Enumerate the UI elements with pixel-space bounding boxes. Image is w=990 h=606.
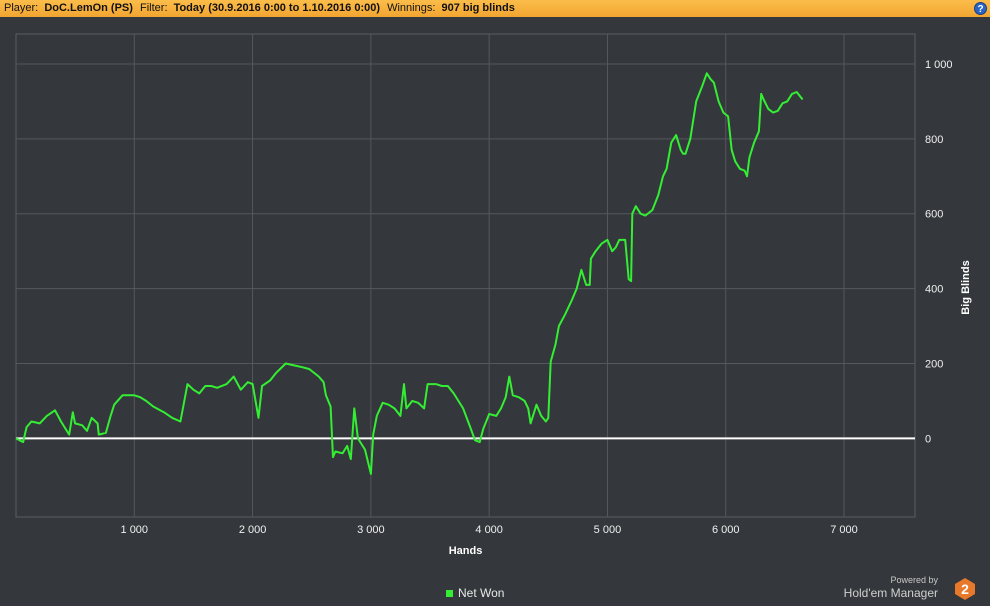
filter-header-bar: Player: DoC.LemOn (PS) Filter: Today (30… xyxy=(0,0,990,17)
y-tick-label: 800 xyxy=(925,134,943,146)
chart-legend[interactable]: Net Won xyxy=(446,586,504,600)
hem2-logo-icon: 2 xyxy=(955,578,975,600)
filter-value: Today (30.9.2016 0:00 to 1.10.2016 0:00) xyxy=(173,2,381,14)
y-axis-title: Big Blinds xyxy=(960,260,972,314)
x-tick-label: 6 000 xyxy=(712,524,740,536)
x-axis-title: Hands xyxy=(449,545,483,557)
y-tick-label: 200 xyxy=(925,358,943,370)
x-tick-label: 7 000 xyxy=(830,524,858,536)
x-tick-label: 2 000 xyxy=(239,524,267,536)
x-tick-label: 5 000 xyxy=(594,524,622,536)
hem2-branding: Powered by Hold'em Manager 2 xyxy=(836,574,976,602)
winnings-label: Winnings: xyxy=(387,2,436,14)
x-tick-label: 3 000 xyxy=(357,524,385,536)
logo-digit: 2 xyxy=(961,581,969,597)
product-name: Hold'em Manager xyxy=(843,586,938,600)
winnings-value: 907 big blinds xyxy=(441,2,515,14)
winnings-chart: 1 000 2 000 3 000 4 000 5 000 6 000 7 000 0 200… xyxy=(15,33,972,557)
y-tick-label: 600 xyxy=(925,209,943,221)
filter-label: Filter: xyxy=(140,2,168,14)
player-label: Player: xyxy=(4,2,39,14)
y-tick-labels: 0 200 400 600 800 1 000 xyxy=(925,59,953,445)
legend-swatch xyxy=(446,589,453,597)
help-icon[interactable]: ? xyxy=(974,2,987,15)
y-tick-label: 0 xyxy=(925,433,931,445)
x-tick-label: 1 000 xyxy=(121,524,149,536)
x-tick-labels: 1 000 2 000 3 000 4 000 5 000 6 000 7 000 xyxy=(121,524,858,536)
legend-label: Net Won xyxy=(458,586,505,600)
powered-by-text: Powered by xyxy=(890,575,938,585)
x-tick-label: 4 000 xyxy=(475,524,503,536)
y-tick-label: 1 000 xyxy=(925,59,953,71)
y-tick-label: 400 xyxy=(925,284,943,296)
player-value: DoC.LemOn (PS) xyxy=(44,2,133,14)
